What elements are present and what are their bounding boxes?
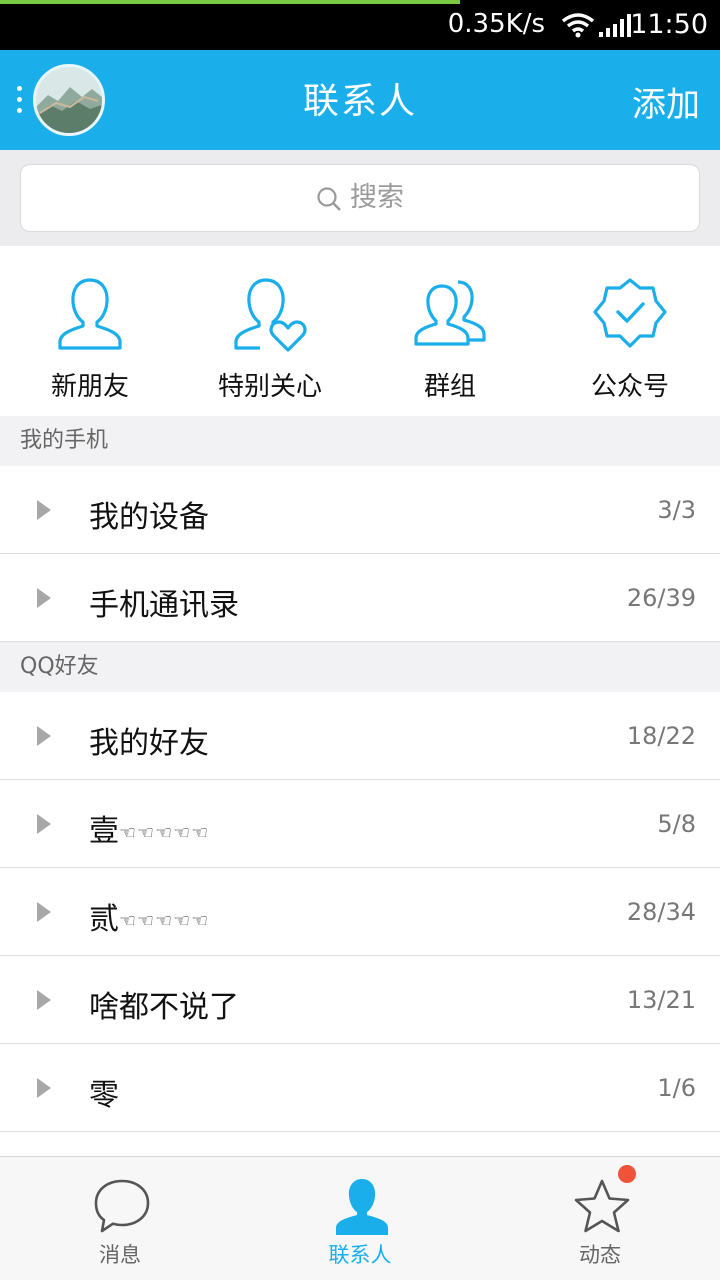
notification-badge — [618, 1165, 636, 1183]
group-count: 5/8 — [657, 810, 696, 838]
person-heart-icon — [234, 278, 307, 352]
quick-label: 特别关心 — [217, 372, 322, 402]
quick-official-accounts[interactable]: 公众号 — [540, 246, 720, 416]
hand-pointer-decoration: ☜☜☜☜☜ — [119, 822, 210, 844]
group-name-text: 壹 — [89, 814, 119, 849]
star-icon — [574, 1179, 630, 1233]
status-bar: 0.35K/s 11:50 — [0, 0, 720, 50]
person-icon — [58, 278, 122, 350]
group-count: 1/6 — [657, 1074, 696, 1102]
group-count: 26/39 — [626, 584, 696, 612]
verified-badge-icon — [593, 278, 667, 348]
tab-messages[interactable]: 消息 — [0, 1157, 240, 1281]
net-speed: 0.35K/s — [447, 9, 545, 39]
quick-new-friends[interactable]: 新朋友 — [0, 246, 180, 416]
tab-label: 消息 — [99, 1243, 141, 1267]
group-name: 手机通讯录 — [89, 588, 239, 623]
status-progress-bar — [0, 0, 460, 4]
expand-arrow-icon — [37, 500, 51, 520]
quick-label: 群组 — [423, 372, 476, 402]
group-count: 3/3 — [657, 496, 696, 524]
clock: 11:50 — [630, 9, 708, 40]
wifi-icon — [561, 12, 595, 42]
expand-arrow-icon — [37, 990, 51, 1010]
list-item[interactable]: 手机通讯录 26/39 — [0, 554, 720, 642]
contacts-icon — [336, 1179, 388, 1235]
search-area: 搜索 — [0, 150, 720, 246]
bottom-tab-bar: 消息 联系人 动态 — [0, 1156, 720, 1280]
tab-label: 联系人 — [328, 1243, 392, 1267]
tab-feeds[interactable]: 动态 — [480, 1157, 720, 1281]
group-icon — [414, 280, 486, 346]
quick-label: 新朋友 — [50, 372, 129, 402]
group-name: 我的设备 — [89, 500, 209, 535]
quick-label: 公众号 — [590, 372, 669, 402]
app-header: 联系人 添加 — [0, 50, 720, 150]
section-header: QQ好友 — [0, 642, 720, 692]
expand-arrow-icon — [37, 726, 51, 746]
chat-bubble-icon — [94, 1179, 150, 1233]
group-name: 贰☜☜☜☜☜ — [89, 894, 209, 938]
expand-arrow-icon — [37, 902, 51, 922]
group-name: 壹☜☜☜☜☜ — [89, 806, 209, 850]
hand-pointer-decoration: ☜☜☜☜☜ — [119, 910, 210, 932]
group-count: 13/21 — [626, 986, 696, 1014]
expand-arrow-icon — [37, 1078, 51, 1098]
group-count: 18/22 — [626, 722, 696, 750]
expand-arrow-icon — [37, 588, 51, 608]
search-input[interactable]: 搜索 — [20, 164, 700, 232]
list-item[interactable]: 壹☜☜☜☜☜ 5/8 — [0, 780, 720, 868]
tab-label: 动态 — [579, 1243, 621, 1267]
list-item[interactable]: 零 1/6 — [0, 1044, 720, 1132]
signal-icon — [598, 14, 632, 42]
search-placeholder: 搜索 — [350, 182, 404, 213]
quick-groups[interactable]: 群组 — [360, 246, 540, 416]
section-header: 我的手机 — [0, 416, 720, 466]
group-name: 啥都不说了 — [89, 990, 239, 1025]
group-name: 零 — [89, 1078, 119, 1113]
list-item[interactable]: 贰☜☜☜☜☜ 28/34 — [0, 868, 720, 956]
list-item[interactable]: 啥都不说了 13/21 — [0, 956, 720, 1044]
page-title: 联系人 — [302, 81, 417, 122]
tab-contacts[interactable]: 联系人 — [240, 1157, 480, 1281]
list-item[interactable]: 我的设备 3/3 — [0, 466, 720, 554]
expand-arrow-icon — [37, 814, 51, 834]
add-button[interactable]: 添加 — [632, 77, 700, 126]
search-icon — [317, 186, 341, 211]
group-count: 28/34 — [626, 898, 696, 926]
group-name-text: 贰 — [89, 902, 119, 937]
quick-special-care[interactable]: 特别关心 — [180, 246, 360, 416]
group-name: 我的好友 — [89, 726, 209, 761]
quick-actions: 新朋友 特别关心 群组 公众号 — [0, 246, 720, 416]
list-item[interactable]: 我的好友 18/22 — [0, 692, 720, 780]
